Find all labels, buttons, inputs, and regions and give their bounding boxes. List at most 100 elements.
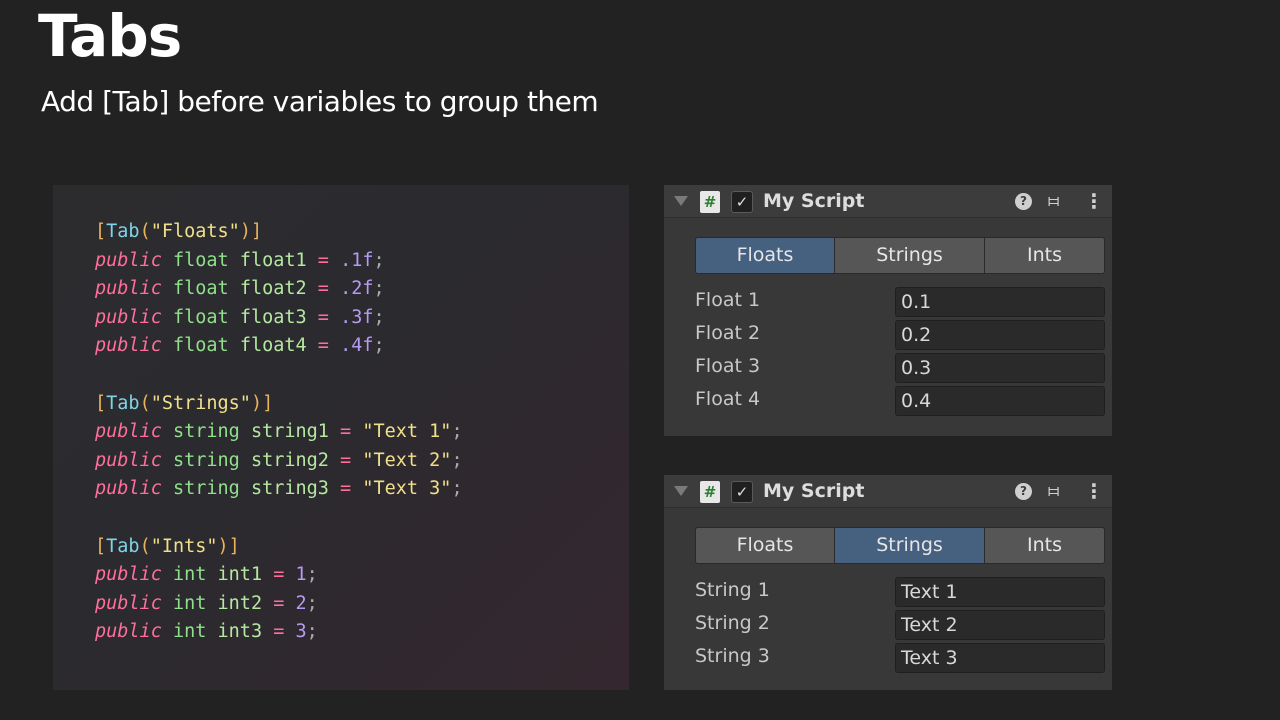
foldout-arrow-icon[interactable] <box>674 196 688 206</box>
code-token: Tab <box>106 535 140 557</box>
code-token: = <box>273 564 285 586</box>
float-field[interactable]: 0.4 <box>895 386 1105 416</box>
code-token: 3 <box>295 621 307 643</box>
code-token: public <box>95 564 162 586</box>
page-subtitle: Add [Tab] before variables to group them <box>41 85 599 118</box>
code-line: public int int2 = 2; <box>95 590 463 619</box>
float-field[interactable]: 0.3 <box>895 353 1105 383</box>
component-header[interactable]: # ✓ My Script ? ⧦ ⋮ <box>664 185 1112 218</box>
property-row: Float 2 0.2 <box>664 320 1112 350</box>
code-token: public <box>95 306 162 328</box>
code-token: = <box>340 478 352 500</box>
code-token: [ <box>95 535 107 557</box>
code-token: public <box>95 421 162 443</box>
enabled-checkbox[interactable]: ✓ <box>731 481 753 503</box>
code-token: "Strings" <box>150 392 251 414</box>
property-row: Float 3 0.3 <box>664 353 1112 383</box>
code-token: ; <box>451 449 463 471</box>
code-token: int3 <box>217 621 263 643</box>
code-panel: [Tab("Floats")] public float float1 = .1… <box>53 185 629 690</box>
tab-bar: Floats Strings Ints <box>695 237 1105 274</box>
property-label: String 2 <box>695 612 770 634</box>
code-token: = <box>317 335 329 357</box>
code-token: int1 <box>217 564 263 586</box>
kebab-menu-icon[interactable]: ⋮ <box>1084 479 1104 503</box>
code-token: float4 <box>239 335 307 357</box>
text-field[interactable]: Text 3 <box>895 643 1105 673</box>
text-field[interactable]: Text 1 <box>895 577 1105 607</box>
code-token: string <box>172 449 240 471</box>
code-token: ; <box>373 306 385 328</box>
kebab-menu-icon[interactable]: ⋮ <box>1084 189 1104 213</box>
code-token: ; <box>373 335 385 357</box>
code-token: )] <box>250 392 274 414</box>
code-token: 2 <box>295 592 307 614</box>
code-line: public float float1 = .1f; <box>95 247 463 276</box>
code-token: string2 <box>250 449 329 471</box>
code-token: ; <box>451 478 463 500</box>
property-row: String 2 Text 2 <box>664 610 1112 640</box>
code-token: int2 <box>217 592 263 614</box>
component-header[interactable]: # ✓ My Script ? ⧦ ⋮ <box>664 475 1112 508</box>
code-token: int <box>172 621 207 643</box>
code-token: [ <box>95 392 107 414</box>
code-token: .1f <box>340 249 374 271</box>
tab-strings[interactable]: Strings <box>835 527 985 564</box>
code-token: ; <box>373 249 385 271</box>
code-token: = <box>273 621 285 643</box>
code-token: "Text 2" <box>362 449 452 471</box>
tab-floats[interactable]: Floats <box>695 527 835 564</box>
foldout-arrow-icon[interactable] <box>674 486 688 496</box>
tab-ints[interactable]: Ints <box>985 237 1105 274</box>
help-icon[interactable]: ? <box>1015 193 1032 210</box>
code-token: ( <box>139 221 151 242</box>
code-token: = <box>317 306 329 328</box>
property-row: String 1 Text 1 <box>664 577 1112 607</box>
code-line: public float float2 = .2f; <box>95 275 463 304</box>
inspector-panel-strings: # ✓ My Script ? ⧦ ⋮ Floats Strings Ints … <box>664 475 1112 690</box>
presets-icon[interactable]: ⧦ <box>1048 480 1059 501</box>
presets-icon[interactable]: ⧦ <box>1048 190 1059 211</box>
code-token: float <box>172 335 229 357</box>
code-token: .3f <box>340 306 374 328</box>
code-line: public float float4 = .4f; <box>95 332 463 361</box>
code-token: ; <box>373 278 385 300</box>
property-label: Float 3 <box>695 355 761 377</box>
code-token: float1 <box>239 249 307 271</box>
tab-strings[interactable]: Strings <box>835 237 985 274</box>
help-icon[interactable]: ? <box>1015 483 1032 500</box>
code-token: "Ints" <box>150 535 218 557</box>
code-block: [Tab("Floats")] public float float1 = .1… <box>95 218 463 647</box>
code-token: public <box>95 621 162 643</box>
text-field[interactable]: Text 2 <box>895 610 1105 640</box>
inspector-panel-floats: # ✓ My Script ? ⧦ ⋮ Floats Strings Ints … <box>664 185 1112 436</box>
code-line: public string string3 = "Text 3"; <box>95 475 463 504</box>
code-token: string <box>172 421 240 443</box>
tab-ints[interactable]: Ints <box>985 527 1105 564</box>
code-token: public <box>95 449 162 471</box>
script-name: My Script <box>763 190 865 212</box>
enabled-checkbox[interactable]: ✓ <box>731 191 753 213</box>
code-line-attribute: [Tab("Ints")] <box>95 533 463 562</box>
code-line: public string string2 = "Text 2"; <box>95 447 463 476</box>
code-token: float <box>172 249 229 271</box>
code-token: float2 <box>239 278 307 300</box>
code-token: Tab <box>106 221 140 242</box>
code-token: = <box>340 421 352 443</box>
code-token: "Floats" <box>150 221 240 242</box>
float-field[interactable]: 0.2 <box>895 320 1105 350</box>
page-title: Tabs <box>38 2 182 70</box>
property-label: Float 1 <box>695 289 761 311</box>
code-token: int <box>172 564 207 586</box>
code-token: ; <box>306 621 318 643</box>
csharp-script-icon: # <box>700 481 720 503</box>
code-line: public int int1 = 1; <box>95 561 463 590</box>
code-token: string1 <box>250 421 329 443</box>
tab-floats[interactable]: Floats <box>695 237 835 274</box>
code-token: float3 <box>239 306 307 328</box>
code-token: public <box>95 592 162 614</box>
float-field[interactable]: 0.1 <box>895 287 1105 317</box>
code-token: int <box>172 592 207 614</box>
code-token: "Text 3" <box>362 478 452 500</box>
